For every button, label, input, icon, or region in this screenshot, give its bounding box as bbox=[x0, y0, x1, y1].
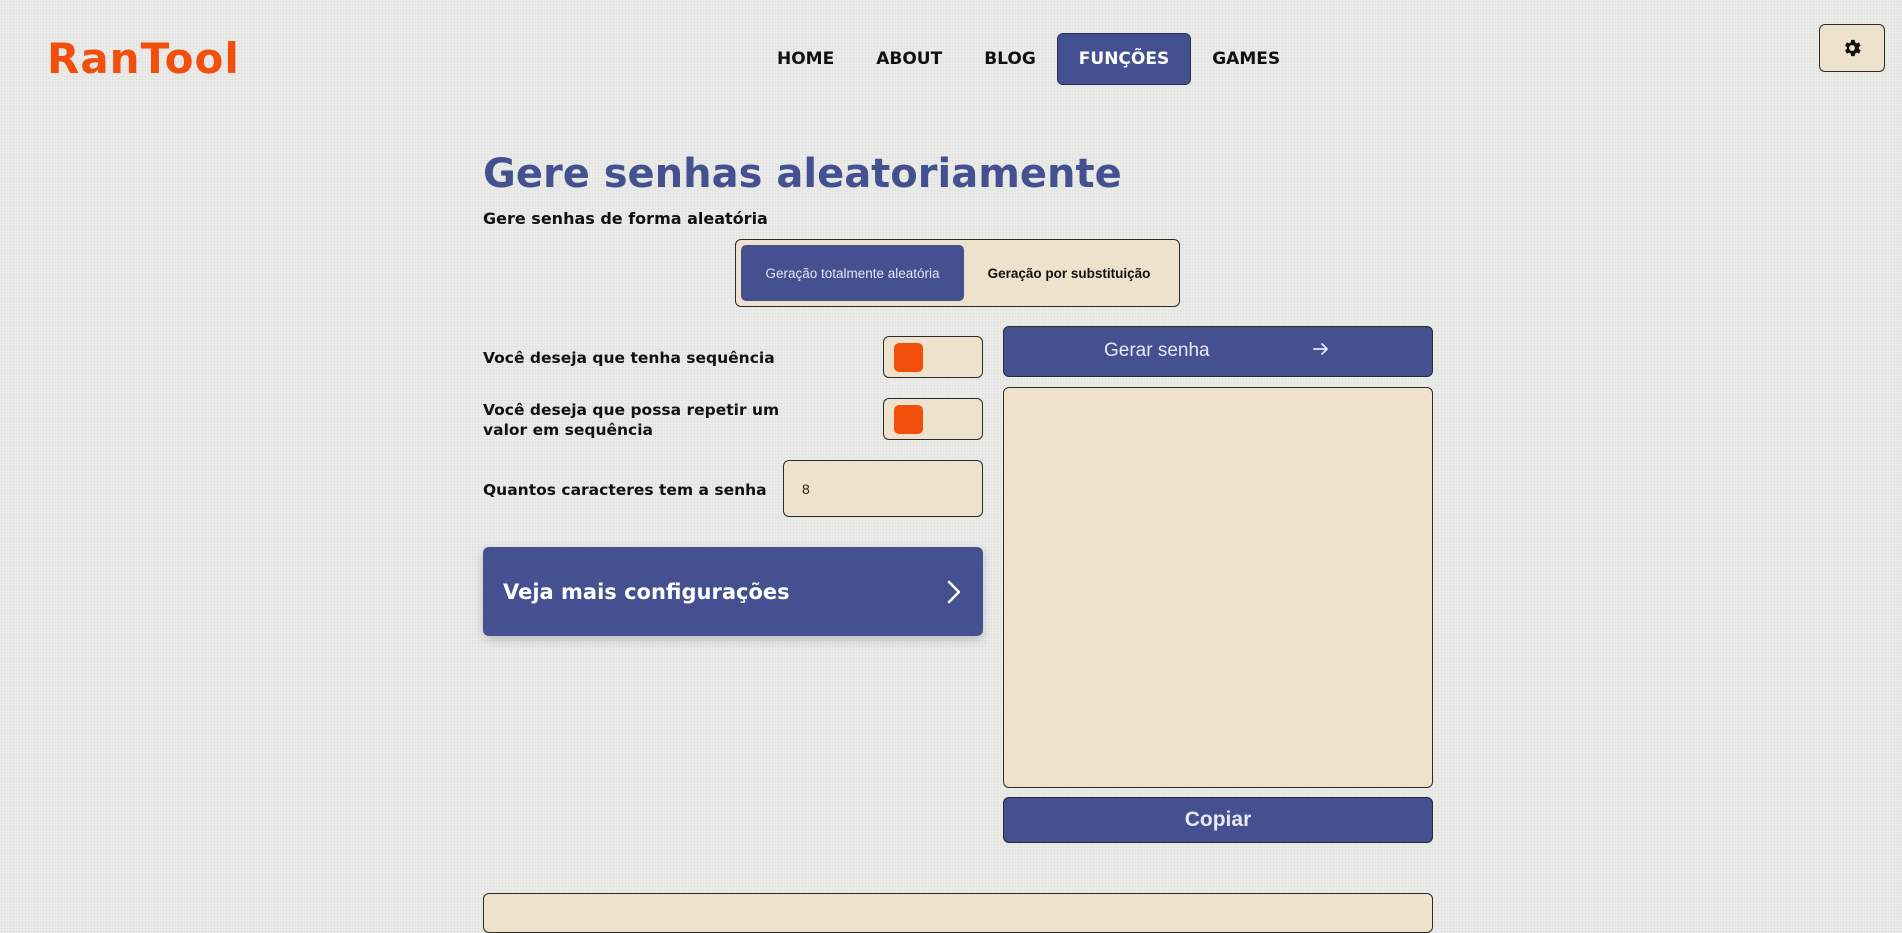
chevron-right-icon bbox=[947, 580, 961, 603]
gear-icon bbox=[1845, 39, 1861, 57]
sequence-option-label: Você deseja que tenha sequência bbox=[483, 349, 775, 367]
logo[interactable]: RanTool bbox=[47, 32, 240, 86]
generate-password-button[interactable]: Gerar senha bbox=[1003, 326, 1433, 377]
page-title: Gere senhas aleatoriamente bbox=[483, 151, 1122, 197]
nav-item-home[interactable]: HOME bbox=[756, 34, 855, 84]
nav-item-funcoes[interactable]: FUNÇÕES bbox=[1056, 33, 1192, 85]
nav-item-games[interactable]: GAMES bbox=[1191, 34, 1301, 84]
length-option-label: Quantos caracteres tem a senha bbox=[483, 481, 767, 499]
nav-item-blog[interactable]: BLOG bbox=[963, 34, 1057, 84]
page-subtitle: Gere senhas de forma aleatória bbox=[483, 209, 768, 228]
main-nav: HOME ABOUT BLOG FUNÇÕES GAMES bbox=[756, 33, 1301, 85]
generation-mode-toggle: Geração totalmente aleatória Geração por… bbox=[735, 239, 1180, 307]
settings-button[interactable] bbox=[1819, 24, 1885, 72]
more-config-label: Veja mais configurações bbox=[503, 579, 790, 604]
generate-password-label: Gerar senha bbox=[1104, 340, 1210, 361]
bottom-panel bbox=[483, 893, 1433, 933]
sequence-toggle[interactable] bbox=[883, 336, 983, 378]
sequence-toggle-knob bbox=[894, 343, 923, 372]
mode-substitution-button[interactable]: Geração por substituição bbox=[964, 245, 1174, 301]
length-input[interactable] bbox=[783, 460, 983, 517]
nav-item-about[interactable]: ABOUT bbox=[855, 34, 963, 84]
more-config-button[interactable]: Veja mais configurações bbox=[483, 547, 983, 636]
repeat-toggle[interactable] bbox=[883, 398, 983, 440]
repeat-option-label-line1: Você deseja que possa repetir um bbox=[483, 401, 780, 419]
password-output[interactable] bbox=[1003, 387, 1433, 788]
repeat-option-label-line2: valor em sequência bbox=[483, 421, 654, 439]
repeat-toggle-knob bbox=[894, 405, 923, 434]
mode-random-button[interactable]: Geração totalmente aleatória bbox=[741, 245, 964, 301]
repeat-option-label: Você deseja que possa repetir um valor e… bbox=[483, 400, 779, 440]
arrow-right-icon bbox=[1313, 343, 1328, 355]
copy-button[interactable]: Copiar bbox=[1003, 797, 1433, 843]
